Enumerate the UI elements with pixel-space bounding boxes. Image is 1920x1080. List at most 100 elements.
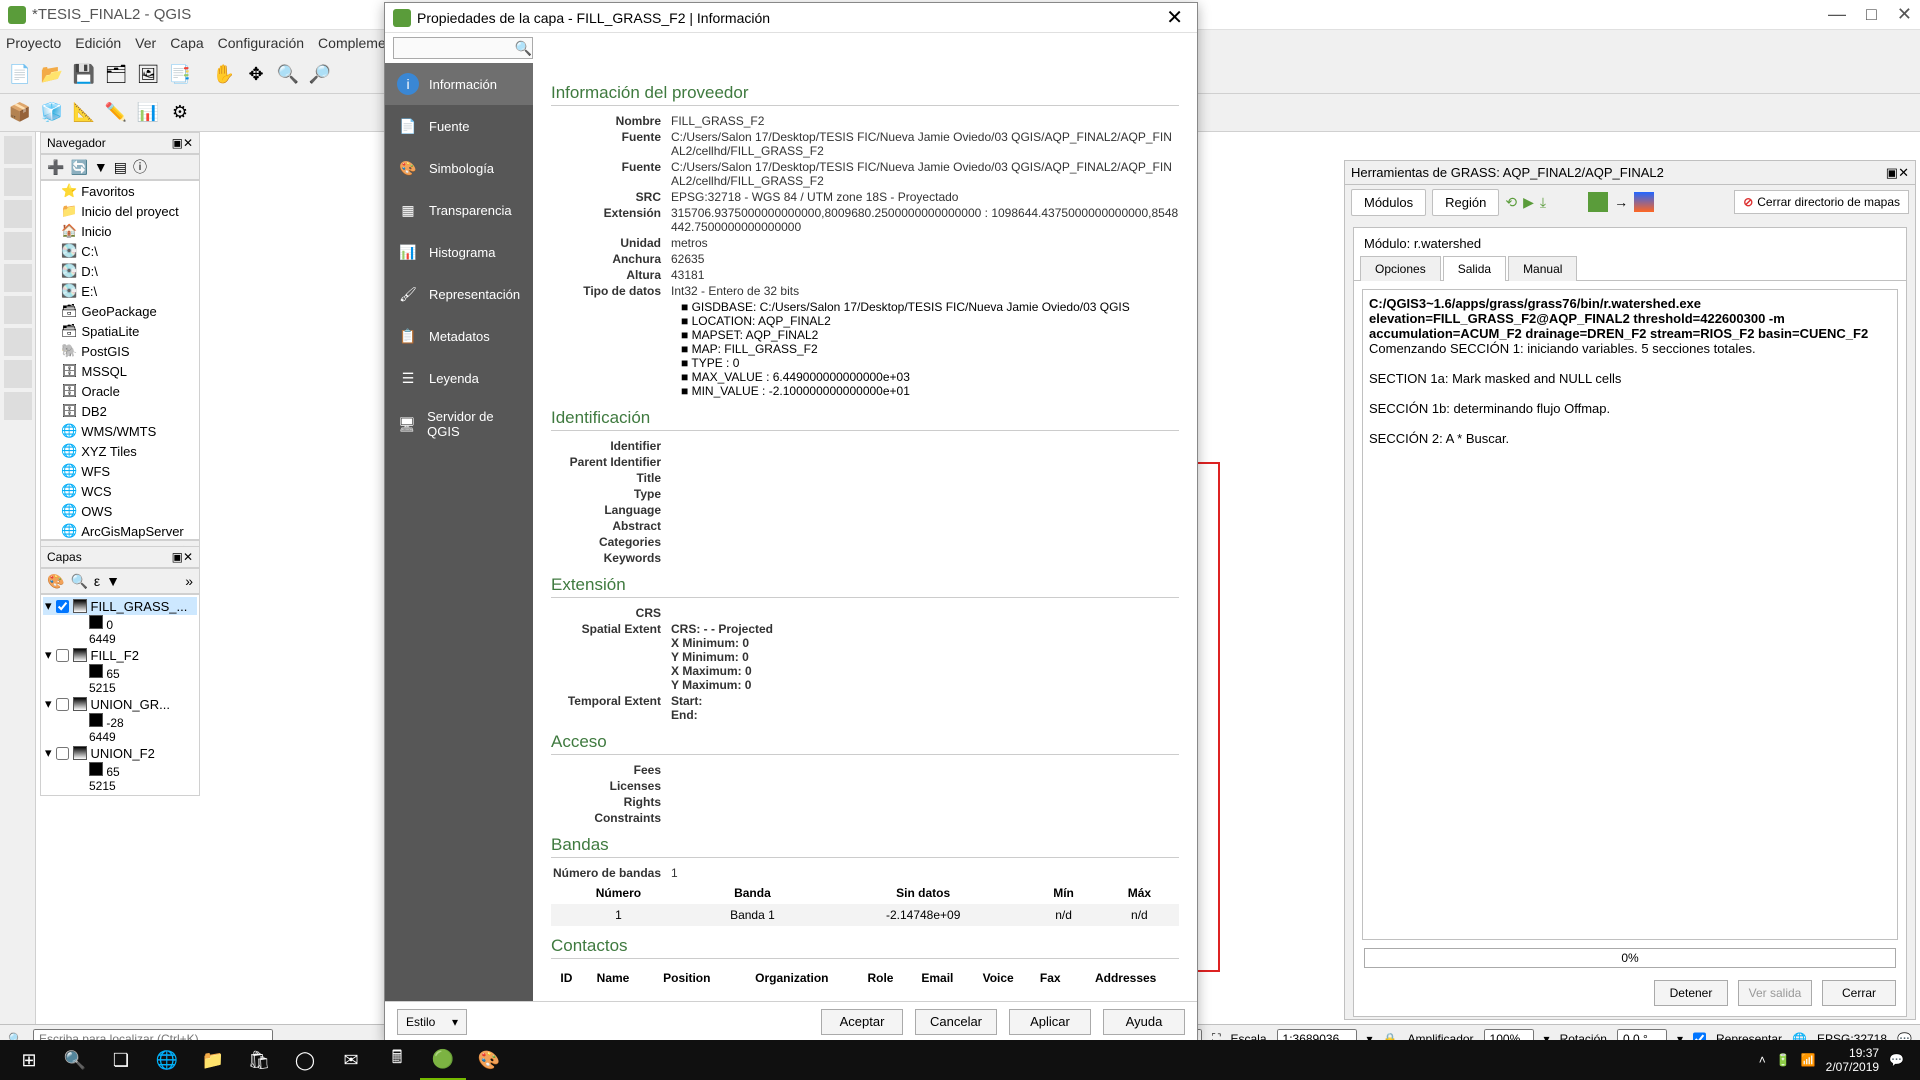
grass-nav-icon[interactable]: ⤓ bbox=[1540, 194, 1546, 211]
save-project-button[interactable]: 💾 bbox=[70, 61, 98, 89]
cancelar-button[interactable]: Cancelar bbox=[915, 1009, 997, 1035]
tool-button[interactable]: 📦 bbox=[6, 99, 34, 127]
style-dropdown[interactable]: Estilo▾ bbox=[397, 1009, 467, 1035]
layout-button[interactable]: 🖼 bbox=[134, 61, 162, 89]
mesh-layer-icon[interactable] bbox=[4, 200, 32, 228]
dock-icon[interactable]: ▣ bbox=[1886, 165, 1898, 181]
tray-up-icon[interactable]: ˄ bbox=[1759, 1053, 1766, 1067]
pan-button[interactable]: ✋ bbox=[210, 61, 238, 89]
zoom-in-button[interactable]: 🔍 bbox=[274, 61, 302, 89]
tool-button[interactable]: ⚙ bbox=[166, 99, 194, 127]
explorer-icon[interactable]: 📁 bbox=[190, 1040, 236, 1080]
layout-manager-button[interactable]: 📑 bbox=[166, 61, 194, 89]
filter-icon[interactable]: ▼ bbox=[94, 159, 108, 175]
detener-button[interactable]: Detener bbox=[1654, 980, 1728, 1006]
side-item-fuente[interactable]: 📄Fuente bbox=[385, 105, 533, 147]
expr-icon[interactable]: ε bbox=[94, 573, 100, 589]
store-icon[interactable]: 🛍 bbox=[236, 1040, 282, 1080]
cerrar-button[interactable]: Cerrar bbox=[1822, 980, 1896, 1006]
layers-tree[interactable]: ▾FILL_GRASS_... 0 6449 ▾FILL_F2 65 5215 … bbox=[40, 594, 200, 796]
subtab-manual[interactable]: Manual bbox=[1508, 256, 1577, 281]
side-item-metadatos[interactable]: 📋Metadatos bbox=[385, 315, 533, 357]
postgis-icon[interactable] bbox=[4, 296, 32, 324]
layer-checkbox[interactable] bbox=[56, 698, 69, 711]
add-layer-icon[interactable]: ➕ bbox=[47, 159, 64, 176]
subtab-salida[interactable]: Salida bbox=[1443, 256, 1506, 281]
pan-selection-button[interactable]: ✥ bbox=[242, 61, 270, 89]
style-icon[interactable]: 🎨 bbox=[47, 573, 64, 590]
edge-icon[interactable]: 🌐 bbox=[144, 1040, 190, 1080]
collapse-icon[interactable]: ▤ bbox=[114, 159, 127, 176]
notifications-icon[interactable]: 💬 bbox=[1889, 1053, 1904, 1067]
tab-region[interactable]: Región bbox=[1432, 189, 1499, 216]
layer-checkbox[interactable] bbox=[56, 649, 69, 662]
side-item-transparencia[interactable]: ▦Transparencia bbox=[385, 189, 533, 231]
side-item-informacion[interactable]: iInformación bbox=[385, 63, 533, 105]
properties-icon[interactable]: ⓘ bbox=[133, 157, 147, 177]
aplicar-button[interactable]: Aplicar bbox=[1009, 1009, 1091, 1035]
grass-raster-icon[interactable] bbox=[1588, 192, 1608, 212]
start-button[interactable]: ⊞ bbox=[6, 1040, 52, 1080]
system-tray[interactable]: ˄ 🔋 📶 19:37 2/07/2019 💬 bbox=[1759, 1046, 1914, 1074]
side-item-servidor[interactable]: 🖥Servidor de QGIS bbox=[385, 399, 533, 449]
tool-button[interactable]: ✏️ bbox=[102, 99, 130, 127]
dialog-close-button[interactable]: ✕ bbox=[1160, 5, 1189, 30]
layer-checkbox[interactable] bbox=[56, 747, 69, 760]
calculator-icon[interactable]: 🖩 bbox=[374, 1040, 420, 1080]
vector-layer-icon[interactable] bbox=[4, 136, 32, 164]
wms-icon[interactable] bbox=[4, 328, 32, 356]
maximize-button[interactable]: □ bbox=[1866, 4, 1877, 25]
refresh-icon[interactable]: 🔄 bbox=[70, 159, 87, 176]
tool-button[interactable]: 📐 bbox=[70, 99, 98, 127]
side-item-leyenda[interactable]: ☰Leyenda bbox=[385, 357, 533, 399]
more-button[interactable]: » bbox=[185, 573, 193, 589]
close-button[interactable]: ✕ bbox=[1897, 4, 1912, 25]
close-panel-icon[interactable]: ✕ bbox=[183, 550, 193, 564]
spatialite-icon[interactable] bbox=[4, 264, 32, 292]
close-map-dir-button[interactable]: ⊘Cerrar directorio de mapas bbox=[1734, 190, 1909, 214]
grass-nav-icon[interactable]: ▶ bbox=[1523, 194, 1534, 211]
side-item-simbologia[interactable]: 🎨Simbología bbox=[385, 147, 533, 189]
virtual-layer-icon[interactable] bbox=[4, 360, 32, 388]
tool-button[interactable]: 📊 bbox=[134, 99, 162, 127]
zoom-out-button[interactable]: 🔎 bbox=[306, 61, 334, 89]
wfs-icon[interactable] bbox=[4, 392, 32, 420]
raster-layer-icon[interactable] bbox=[4, 168, 32, 196]
tab-modulos[interactable]: Módulos bbox=[1351, 189, 1426, 216]
menu-capa[interactable]: Capa bbox=[170, 35, 203, 51]
delimited-text-icon[interactable] bbox=[4, 232, 32, 260]
grass-vector-icon[interactable] bbox=[1634, 192, 1654, 212]
browser-tree[interactable]: ⭐Favoritos 📁Inicio del proyect 🏠Inicio 💽… bbox=[40, 180, 200, 540]
ayuda-button[interactable]: Ayuda bbox=[1103, 1009, 1185, 1035]
menu-edicion[interactable]: Edición bbox=[75, 35, 121, 51]
tool-button[interactable]: 🧊 bbox=[38, 99, 66, 127]
aceptar-button[interactable]: Aceptar bbox=[821, 1009, 903, 1035]
side-item-histograma[interactable]: 📊Histograma bbox=[385, 231, 533, 273]
open-project-button[interactable]: 📂 bbox=[38, 61, 66, 89]
filter-icon[interactable]: 🔍 bbox=[70, 573, 87, 590]
menu-ver[interactable]: Ver bbox=[135, 35, 156, 51]
dialog-search-input[interactable] bbox=[393, 37, 533, 59]
menu-configuracion[interactable]: Configuración bbox=[218, 35, 304, 51]
side-item-representacion[interactable]: 🖌Representación bbox=[385, 273, 533, 315]
cortana-icon[interactable]: ◯ bbox=[282, 1040, 328, 1080]
battery-icon[interactable]: 🔋 bbox=[1776, 1053, 1791, 1067]
ver-salida-button[interactable]: Ver salida bbox=[1738, 980, 1812, 1006]
grass-output[interactable]: C:/QGIS3~1.6/apps/grass/grass76/bin/r.wa… bbox=[1362, 289, 1898, 940]
menu-proyecto[interactable]: Proyecto bbox=[6, 35, 61, 51]
dialog-content[interactable]: Información del proveedor NombreFILL_GRA… bbox=[533, 63, 1197, 1001]
search-button[interactable]: 🔍 bbox=[52, 1040, 98, 1080]
close-panel-icon[interactable]: ✕ bbox=[1898, 165, 1909, 181]
close-panel-icon[interactable]: ✕ bbox=[183, 136, 193, 150]
qgis-taskbar-icon[interactable]: 🟢 bbox=[420, 1040, 466, 1080]
filter2-icon[interactable]: ▼ bbox=[106, 573, 120, 589]
new-project-button[interactable]: 📄 bbox=[6, 61, 34, 89]
mail-icon[interactable]: ✉ bbox=[328, 1040, 374, 1080]
grass-nav-icon[interactable]: ⟲ bbox=[1505, 194, 1517, 211]
dock-icon[interactable]: ▣ bbox=[172, 136, 183, 150]
layer-checkbox[interactable] bbox=[56, 600, 69, 613]
paint-icon[interactable]: 🎨 bbox=[466, 1040, 512, 1080]
subtab-opciones[interactable]: Opciones bbox=[1360, 256, 1441, 281]
task-view-button[interactable]: ❏ bbox=[98, 1040, 144, 1080]
taskbar-clock[interactable]: 19:37 2/07/2019 bbox=[1826, 1046, 1879, 1074]
